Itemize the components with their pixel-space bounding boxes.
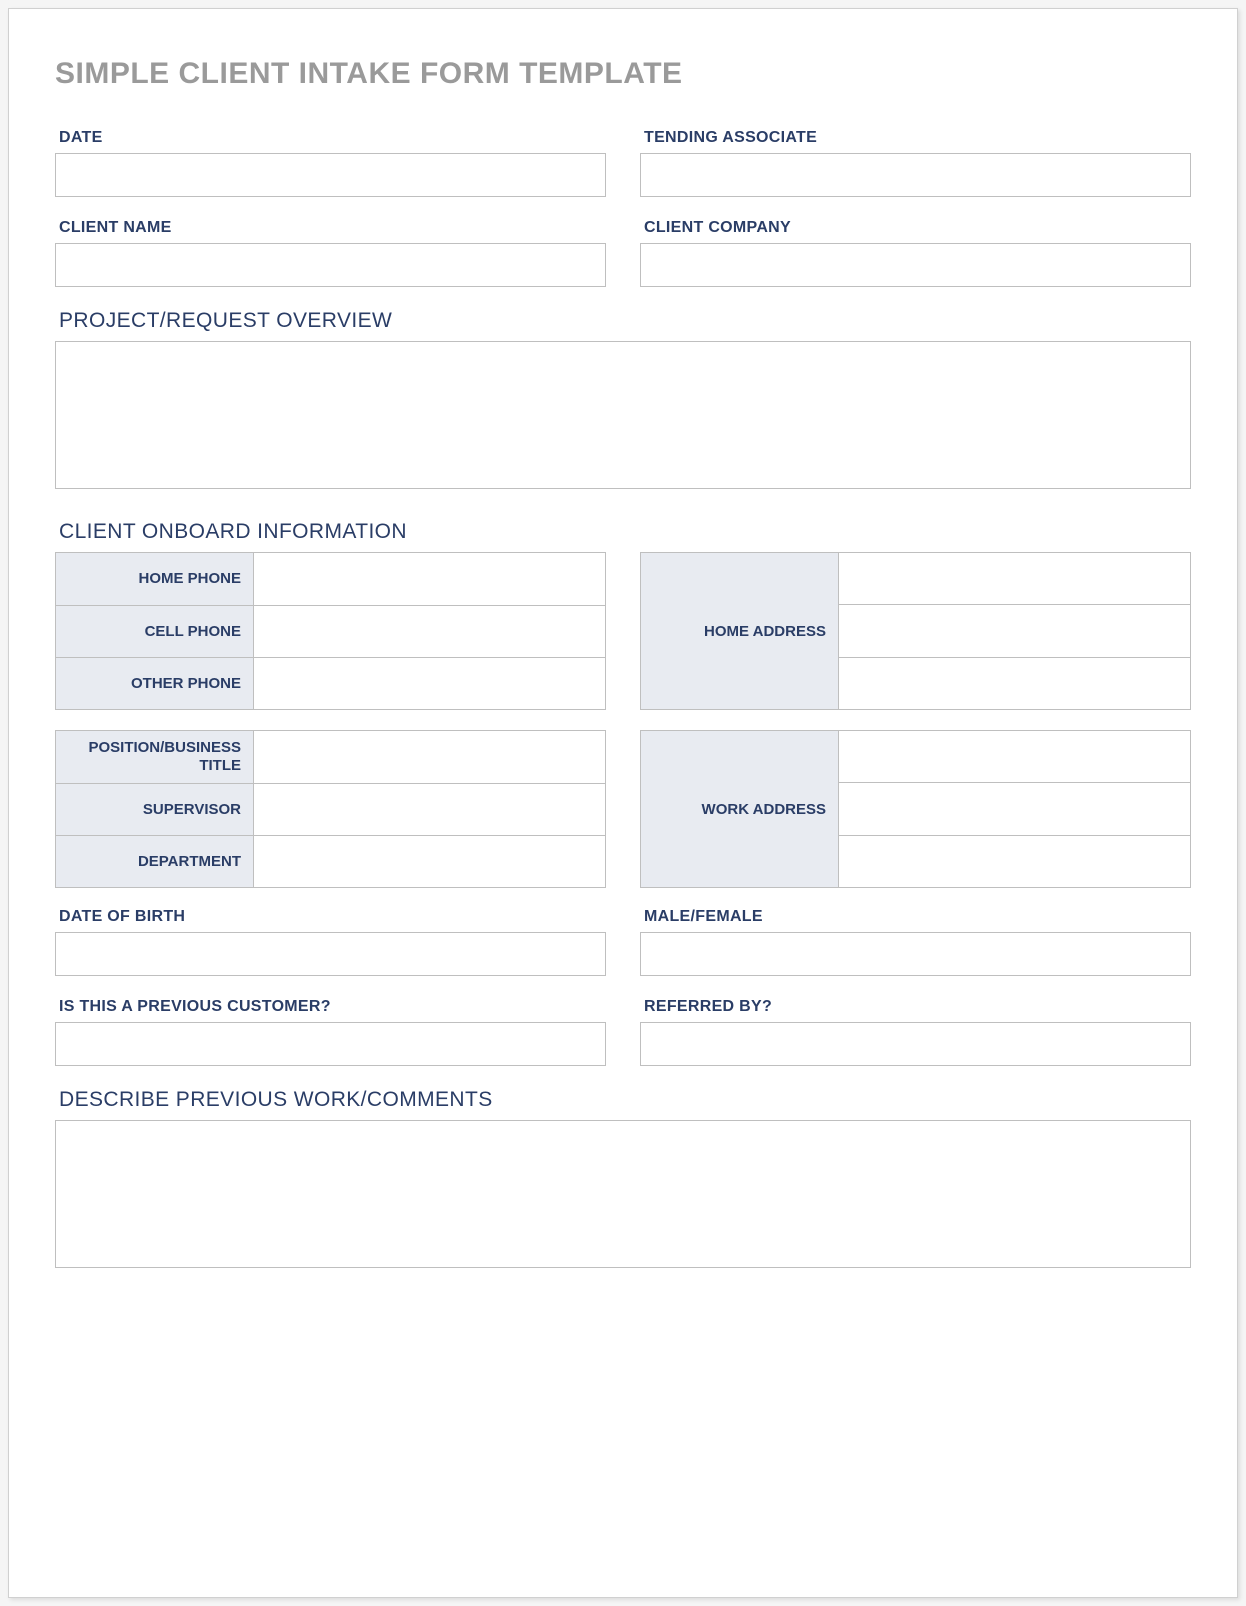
onboard-position-col: POSITION/BUSINESS TITLE SUPERVISOR DEPAR… [55,730,606,888]
position-title-input[interactable] [254,731,605,783]
onboard-phones-col: HOME PHONE CELL PHONE OTHER PHONE [55,552,606,710]
client-company-label: CLIENT COMPANY [640,219,1191,237]
home-address-line3[interactable] [839,657,1190,709]
home-address-label: HOME ADDRESS [641,553,839,709]
other-phone-row: OTHER PHONE [56,657,605,709]
prev-customer-input[interactable] [55,1022,606,1066]
overview-textarea[interactable] [55,341,1191,489]
other-phone-input[interactable] [254,658,605,709]
field-client-name: CLIENT NAME [55,219,606,287]
field-dob: DATE OF BIRTH [55,908,606,976]
work-address-lines [839,731,1190,887]
home-address-lines [839,553,1190,709]
gender-label: MALE/FEMALE [640,908,1191,926]
cell-phone-label: CELL PHONE [56,606,254,657]
field-client-company: CLIENT COMPANY [640,219,1191,287]
date-input[interactable] [55,153,606,197]
field-gender: MALE/FEMALE [640,908,1191,976]
home-phone-input[interactable] [254,553,605,605]
client-name-input[interactable] [55,243,606,287]
field-date: DATE [55,129,606,197]
client-name-label: CLIENT NAME [55,219,606,237]
cell-phone-input[interactable] [254,606,605,657]
field-associate: TENDING ASSOCIATE [640,129,1191,197]
department-label: DEPARTMENT [56,836,254,887]
gender-input[interactable] [640,932,1191,976]
associate-label: TENDING ASSOCIATE [640,129,1191,147]
home-address-line2[interactable] [839,604,1190,656]
associate-input[interactable] [640,153,1191,197]
comments-label: DESCRIBE PREVIOUS WORK/COMMENTS [55,1088,1191,1112]
work-address-label: WORK ADDRESS [641,731,839,887]
department-row: DEPARTMENT [56,835,605,887]
supervisor-input[interactable] [254,784,605,835]
cell-phone-row: CELL PHONE [56,605,605,657]
work-address-line3[interactable] [839,835,1190,887]
home-phone-row: HOME PHONE [56,553,605,605]
supervisor-label: SUPERVISOR [56,784,254,835]
referred-input[interactable] [640,1022,1191,1066]
work-address-line1[interactable] [839,731,1190,782]
position-title-label: POSITION/BUSINESS TITLE [56,731,254,783]
home-address-line1[interactable] [839,553,1190,604]
client-company-input[interactable] [640,243,1191,287]
home-phone-label: HOME PHONE [56,553,254,605]
onboard-block-phones-home: HOME PHONE CELL PHONE OTHER PHONE HOME A… [55,552,1191,710]
home-address-block: HOME ADDRESS [640,552,1191,710]
intake-form-page: SIMPLE CLIENT INTAKE FORM TEMPLATE DATE … [8,8,1238,1598]
dob-label: DATE OF BIRTH [55,908,606,926]
referred-label: REFERRED BY? [640,998,1191,1016]
work-address-line2[interactable] [839,782,1190,834]
department-input[interactable] [254,836,605,887]
date-label: DATE [55,129,606,147]
comments-textarea[interactable] [55,1120,1191,1268]
prev-customer-label: IS THIS A PREVIOUS CUSTOMER? [55,998,606,1016]
row-prev-referred: IS THIS A PREVIOUS CUSTOMER? REFERRED BY… [55,998,1191,1066]
row-date-associate: DATE TENDING ASSOCIATE [55,129,1191,197]
onboard-block-position-work: POSITION/BUSINESS TITLE SUPERVISOR DEPAR… [55,730,1191,888]
position-title-row: POSITION/BUSINESS TITLE [56,731,605,783]
work-address-block: WORK ADDRESS [640,730,1191,888]
page-title: SIMPLE CLIENT INTAKE FORM TEMPLATE [55,57,1191,91]
other-phone-label: OTHER PHONE [56,658,254,709]
row-dob-gender: DATE OF BIRTH MALE/FEMALE [55,908,1191,976]
field-referred: REFERRED BY? [640,998,1191,1066]
row-client-name-company: CLIENT NAME CLIENT COMPANY [55,219,1191,287]
dob-input[interactable] [55,932,606,976]
overview-label: PROJECT/REQUEST OVERVIEW [55,309,1191,333]
supervisor-row: SUPERVISOR [56,783,605,835]
field-prev-customer: IS THIS A PREVIOUS CUSTOMER? [55,998,606,1066]
onboard-section-label: CLIENT ONBOARD INFORMATION [55,520,1191,544]
